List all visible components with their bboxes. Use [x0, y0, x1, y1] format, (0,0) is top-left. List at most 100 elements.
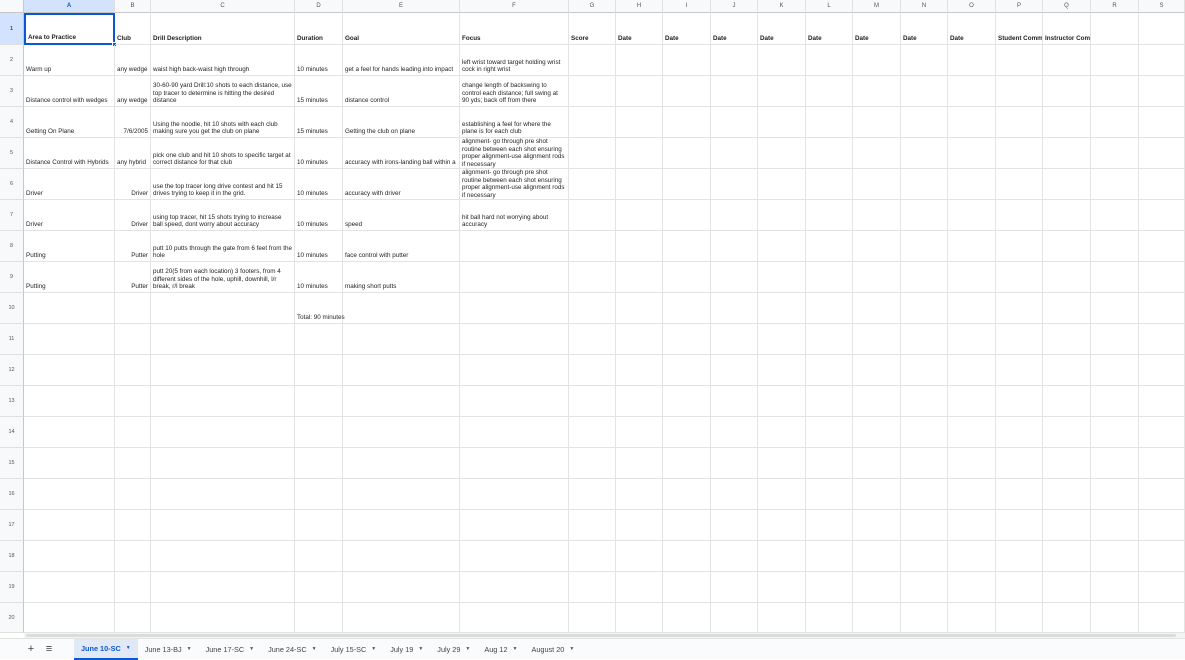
cell-l13[interactable] — [806, 386, 853, 417]
cell-h19[interactable] — [616, 572, 663, 603]
cell-r5[interactable] — [1091, 138, 1139, 169]
cell-e9[interactable]: making short putts — [343, 262, 460, 293]
cell-m17[interactable] — [853, 510, 901, 541]
cell-d10[interactable]: Total: 90 minutes — [295, 293, 345, 324]
cell-d14[interactable] — [295, 417, 343, 448]
cell-j15[interactable] — [711, 448, 758, 479]
cell-d8[interactable]: 10 minutes — [295, 231, 343, 262]
cell-p10[interactable] — [996, 293, 1043, 324]
cell-g15[interactable] — [569, 448, 616, 479]
cell-e3[interactable]: distance control — [343, 76, 460, 107]
cell-r15[interactable] — [1091, 448, 1139, 479]
cell-h6[interactable] — [616, 169, 663, 200]
cell-e19[interactable] — [343, 572, 460, 603]
cell-o9[interactable] — [948, 262, 996, 293]
cell-e4[interactable]: Getting the club on plane — [343, 107, 460, 138]
cell-j19[interactable] — [711, 572, 758, 603]
cell-j10[interactable] — [711, 293, 758, 324]
cell-g4[interactable] — [569, 107, 616, 138]
cell-o14[interactable] — [948, 417, 996, 448]
cell-m12[interactable] — [853, 355, 901, 386]
cell-g10[interactable] — [569, 293, 616, 324]
plus-icon[interactable]: + — [22, 640, 40, 658]
cell-k14[interactable] — [758, 417, 806, 448]
cell-m10[interactable] — [853, 293, 901, 324]
cell-h4[interactable] — [616, 107, 663, 138]
cell-g1[interactable]: Score — [569, 13, 616, 45]
cell-b6[interactable]: Driver — [115, 169, 151, 200]
cell-o2[interactable] — [948, 45, 996, 76]
cell-a7[interactable]: Driver — [24, 200, 115, 231]
cell-i6[interactable] — [663, 169, 711, 200]
cell-d5[interactable]: 10 minutes — [295, 138, 343, 169]
cell-a15[interactable] — [24, 448, 115, 479]
cell-p9[interactable] — [996, 262, 1043, 293]
cell-m11[interactable] — [853, 324, 901, 355]
cell-j3[interactable] — [711, 76, 758, 107]
cell-p2[interactable] — [996, 45, 1043, 76]
cell-e11[interactable] — [343, 324, 460, 355]
cell-e5[interactable]: accuracy with irons-landing ball within … — [343, 138, 460, 169]
cell-m4[interactable] — [853, 107, 901, 138]
cell-n20[interactable] — [901, 603, 948, 633]
column-header-a[interactable]: A — [24, 0, 115, 13]
cell-j17[interactable] — [711, 510, 758, 541]
cell-a5[interactable]: Distance Control with Hybrids — [24, 138, 115, 169]
cell-n8[interactable] — [901, 231, 948, 262]
cell-n14[interactable] — [901, 417, 948, 448]
cell-k12[interactable] — [758, 355, 806, 386]
cell-c8[interactable]: putt 10 putts through the gate from 6 fe… — [151, 231, 295, 262]
cell-k15[interactable] — [758, 448, 806, 479]
cell-c18[interactable] — [151, 541, 295, 572]
cell-a18[interactable] — [24, 541, 115, 572]
cell-o16[interactable] — [948, 479, 996, 510]
cell-f9[interactable] — [460, 262, 569, 293]
cell-g11[interactable] — [569, 324, 616, 355]
cell-k13[interactable] — [758, 386, 806, 417]
cell-o20[interactable] — [948, 603, 996, 633]
cell-p4[interactable] — [996, 107, 1043, 138]
cell-j9[interactable] — [711, 262, 758, 293]
cell-e2[interactable]: get a feel for hands leading into impact — [343, 45, 460, 76]
cell-c4[interactable]: Using the noodle, hit 10 shots with each… — [151, 107, 295, 138]
cell-s19[interactable] — [1139, 572, 1185, 603]
cell-a20[interactable] — [24, 603, 115, 633]
cell-l16[interactable] — [806, 479, 853, 510]
cell-d1[interactable]: Duration — [295, 13, 343, 45]
cell-p7[interactable] — [996, 200, 1043, 231]
row-header-6[interactable]: 6 — [0, 169, 24, 200]
cell-j1[interactable]: Date — [711, 13, 758, 45]
cell-c10[interactable] — [151, 293, 295, 324]
cell-q15[interactable] — [1043, 448, 1091, 479]
cell-f3[interactable]: change length of backswing to control ea… — [460, 76, 569, 107]
cell-f16[interactable] — [460, 479, 569, 510]
cell-b2[interactable]: any wedge — [115, 45, 151, 76]
sheet-tab-4[interactable]: July 15-SC ▼ — [324, 639, 384, 660]
cell-e10[interactable] — [343, 293, 460, 324]
cell-b19[interactable] — [115, 572, 151, 603]
cell-o12[interactable] — [948, 355, 996, 386]
cell-i14[interactable] — [663, 417, 711, 448]
cell-j4[interactable] — [711, 107, 758, 138]
cell-r6[interactable] — [1091, 169, 1139, 200]
cell-c16[interactable] — [151, 479, 295, 510]
sheet-tab-2[interactable]: June 17-SC ▼ — [199, 639, 262, 660]
cell-j7[interactable] — [711, 200, 758, 231]
cell-h12[interactable] — [616, 355, 663, 386]
cell-s1[interactable] — [1139, 13, 1185, 45]
sheet-tab-0[interactable]: June 10-SC ▼ — [74, 638, 138, 660]
cell-a6[interactable]: Driver — [24, 169, 115, 200]
cell-j12[interactable] — [711, 355, 758, 386]
cell-p18[interactable] — [996, 541, 1043, 572]
cell-h1[interactable]: Date — [616, 13, 663, 45]
cell-j13[interactable] — [711, 386, 758, 417]
cell-d12[interactable] — [295, 355, 343, 386]
cell-i4[interactable] — [663, 107, 711, 138]
cell-e15[interactable] — [343, 448, 460, 479]
cell-q12[interactable] — [1043, 355, 1091, 386]
cell-h9[interactable] — [616, 262, 663, 293]
cell-n13[interactable] — [901, 386, 948, 417]
cell-c2[interactable]: waist high back-waist high through — [151, 45, 295, 76]
cell-s15[interactable] — [1139, 448, 1185, 479]
cell-k1[interactable]: Date — [758, 13, 806, 45]
